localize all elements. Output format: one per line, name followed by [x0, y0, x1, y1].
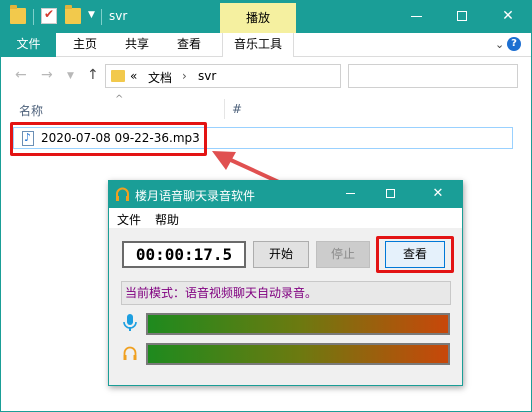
start-button[interactable]: 开始: [253, 241, 309, 268]
back-arrow-icon[interactable]: ←: [15, 67, 27, 83]
titlebar-separator: [33, 9, 34, 25]
menu-file[interactable]: 文件: [117, 211, 141, 228]
up-arrow-icon[interactable]: ↑: [87, 67, 99, 83]
tab-home[interactable]: 主页: [65, 33, 105, 57]
column-headers: ^ 名称 #: [1, 94, 531, 121]
maximize-icon: [457, 11, 467, 21]
stop-button[interactable]: 停止: [316, 241, 370, 268]
recorder-menubar: 文件 帮助: [109, 208, 462, 228]
new-folder-icon[interactable]: [65, 5, 81, 24]
explorer-titlebar: ▼ svr 播放 ✕: [1, 1, 531, 33]
window-title: svr: [109, 9, 128, 23]
headphones-icon: [123, 346, 137, 360]
speaker-level-meter: [146, 343, 450, 365]
quick-access-dropdown-icon[interactable]: ▼: [88, 10, 95, 20]
ribbon-tabs: 文件 主页 共享 查看 音乐工具 ⌄ ?: [1, 33, 531, 57]
minimize-icon: [410, 15, 422, 17]
recorder-maximize-button[interactable]: [372, 181, 408, 208]
forward-arrow-icon[interactable]: →: [41, 67, 53, 83]
properties-check-icon[interactable]: [41, 7, 57, 24]
file-highlight-box: [10, 122, 207, 156]
minimize-button[interactable]: [393, 1, 439, 33]
close-button[interactable]: ✕: [485, 1, 531, 33]
recorder-minimize-button[interactable]: [332, 181, 368, 208]
recent-dropdown-icon[interactable]: ▼: [67, 71, 74, 81]
microphone-level-meter: [146, 313, 450, 335]
close-icon: ✕: [502, 8, 514, 24]
address-bar[interactable]: « 文档 › svr ⌄ ↻: [105, 64, 438, 88]
help-icon[interactable]: ?: [507, 37, 521, 51]
recorder-window: 楼月语音聊天录音软件 ✕ 文件 帮助 00:00:17.5 开始 停止 查看 当…: [108, 180, 463, 386]
column-separator[interactable]: [224, 99, 225, 119]
close-icon: ✕: [432, 186, 444, 201]
address-folder-icon: [111, 70, 125, 82]
maximize-button[interactable]: [439, 1, 485, 33]
maximize-icon: [385, 189, 395, 198]
minimize-icon: [345, 193, 355, 194]
view-highlight-box: [376, 236, 454, 273]
ribbon-expand-icon[interactable]: ⌄: [495, 38, 504, 51]
menu-help[interactable]: 帮助: [155, 211, 179, 228]
tab-file[interactable]: 文件: [1, 33, 56, 57]
headphones-app-icon: [116, 187, 129, 201]
recorder-close-button[interactable]: ✕: [420, 181, 456, 208]
folder-icon: [10, 5, 26, 24]
recorder-titlebar: 楼月语音聊天录音软件 ✕: [109, 181, 462, 208]
column-number[interactable]: #: [232, 102, 242, 116]
sort-ascending-icon: ^: [115, 94, 124, 105]
breadcrumb-documents[interactable]: 文档: [148, 69, 172, 86]
titlebar-separator: [101, 9, 102, 25]
search-input[interactable]: [348, 64, 518, 88]
tab-music-tools[interactable]: 音乐工具: [222, 33, 294, 57]
column-name[interactable]: 名称: [19, 102, 43, 119]
breadcrumb-overflow[interactable]: «: [130, 69, 137, 83]
address-row: ← → ▼ ↑ « 文档 › svr ⌄ ↻: [1, 63, 531, 89]
recorder-title: 楼月语音聊天录音软件: [135, 189, 256, 203]
elapsed-time-display: 00:00:17.5: [122, 241, 246, 268]
tab-share[interactable]: 共享: [117, 33, 157, 57]
mode-status: 当前模式：语音视频聊天自动录音。: [121, 281, 451, 305]
tab-view[interactable]: 查看: [169, 33, 209, 57]
microphone-icon: [123, 314, 137, 331]
breadcrumb-separator-icon: ›: [182, 69, 187, 83]
context-tab-play[interactable]: 播放: [220, 3, 296, 33]
breadcrumb-svr[interactable]: svr: [198, 69, 216, 83]
